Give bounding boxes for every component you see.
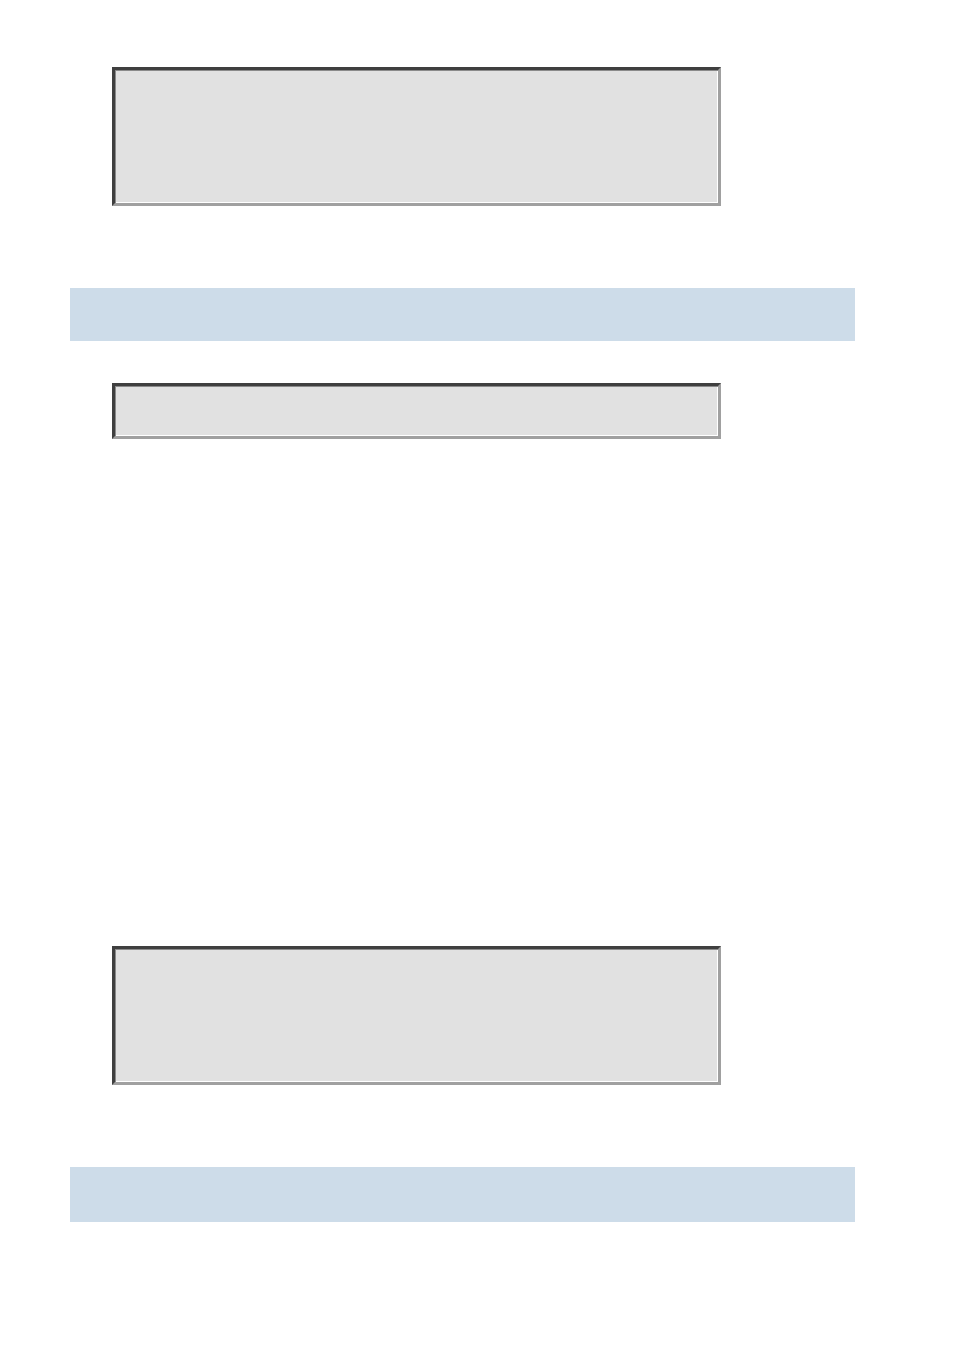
section-band-1 [70,288,855,341]
text-box-1[interactable] [112,67,721,206]
section-band-2 [70,1167,855,1222]
text-box-3[interactable] [112,946,721,1085]
text-box-2[interactable] [112,383,721,439]
document-page [0,0,954,1350]
